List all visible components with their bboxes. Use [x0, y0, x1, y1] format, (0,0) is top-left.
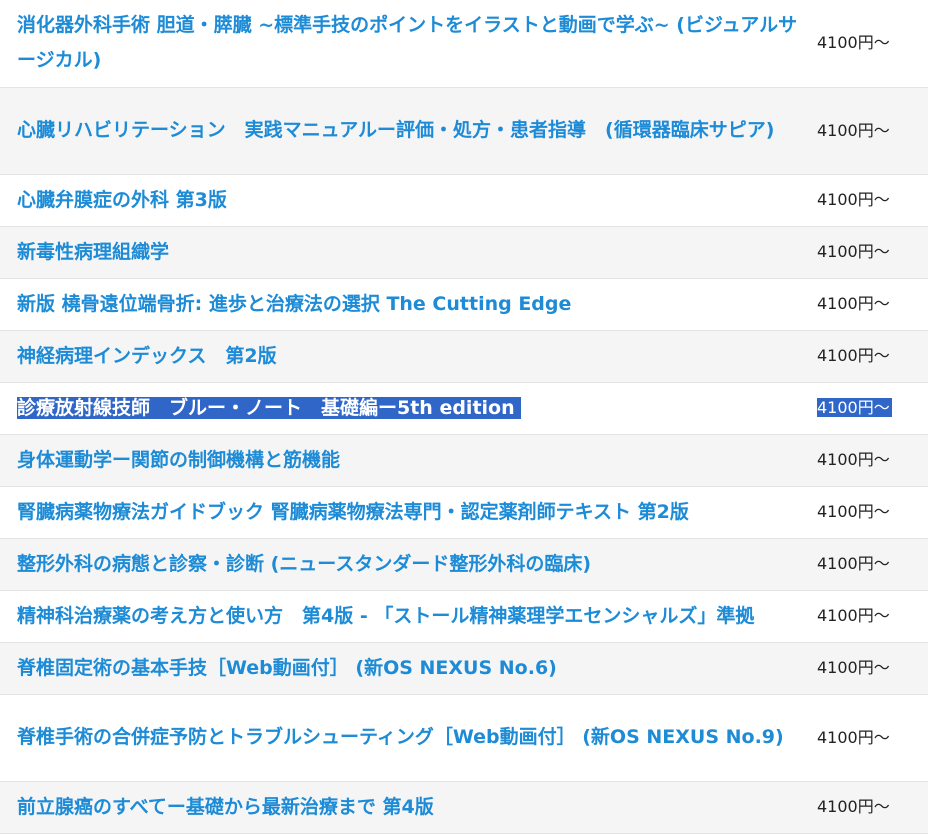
table-row: 脊椎固定術の基本手技［Web動画付］ (新OS NEXUS No.6) 4100… — [0, 642, 928, 694]
book-price: 4100円～ — [817, 242, 890, 261]
book-price: 4100円～ — [817, 294, 890, 313]
price-cell: 4100円～ — [807, 538, 928, 590]
price-cell: 4100円～ — [807, 330, 928, 382]
table-row: 脊椎手術の合併症予防とトラブルシューティング［Web動画付］ (新OS NEXU… — [0, 694, 928, 781]
book-title-link[interactable]: 新毒性病理組織学 — [17, 241, 169, 263]
price-cell: 4100円～ — [807, 694, 928, 781]
book-title-link[interactable]: 新版 橈骨遠位端骨折: 進歩と治療法の選択 The Cutting Edge — [17, 293, 571, 315]
price-cell: 4100円～ — [807, 174, 928, 226]
title-cell: 身体運動学ー関節の制御機構と筋機能 — [0, 434, 807, 486]
price-cell: 4100円～ — [807, 226, 928, 278]
table-row: 新版 橈骨遠位端骨折: 進歩と治療法の選択 The Cutting Edge 4… — [0, 278, 928, 330]
price-cell: 4100円～ — [807, 781, 928, 833]
title-cell: 精神科治療薬の考え方と使い方 第4版 - 「ストール精神薬理学エセンシャルズ」準… — [0, 590, 807, 642]
table-row: 心臓リハビリテーション 実践マニュアルー評価・処方・患者指導 (循環器臨床サピア… — [0, 87, 928, 174]
table-row: 前立腺癌のすべてー基礎から最新治療まで 第4版 4100円～ — [0, 781, 928, 833]
title-cell: 新版 橈骨遠位端骨折: 進歩と治療法の選択 The Cutting Edge — [0, 278, 807, 330]
book-price: 4100円～ — [817, 797, 890, 816]
table-row: 精神科治療薬の考え方と使い方 第4版 - 「ストール精神薬理学エセンシャルズ」準… — [0, 590, 928, 642]
price-cell: 4100円～ — [807, 0, 928, 87]
price-cell: 4100円～ — [807, 486, 928, 538]
title-cell: 腎臓病薬物療法ガイドブック 腎臓病薬物療法専門・認定薬剤師テキスト 第2版 — [0, 486, 807, 538]
book-title-link[interactable]: 腎臓病薬物療法ガイドブック 腎臓病薬物療法専門・認定薬剤師テキスト 第2版 — [17, 501, 689, 523]
book-price: 4100円～ — [817, 346, 890, 365]
table-row: 心臓弁膜症の外科 第3版 4100円～ — [0, 174, 928, 226]
title-cell: 整形外科の病態と診察・診断 (ニュースタンダード整形外科の臨床) — [0, 538, 807, 590]
price-cell: 4100円～ — [807, 434, 928, 486]
table-row-selected: 診療放射線技師 ブルー・ノート 基礎編ー5th edition 4100円～ — [0, 382, 928, 434]
table-row: 整形外科の病態と診察・診断 (ニュースタンダード整形外科の臨床) 4100円～ — [0, 538, 928, 590]
title-cell: 心臓リハビリテーション 実践マニュアルー評価・処方・患者指導 (循環器臨床サピア… — [0, 87, 807, 174]
book-title-link[interactable]: 消化器外科手術 胆道・膵臓 ~標準手技のポイントをイラストと動画で学ぶ~ (ビジ… — [17, 14, 797, 71]
title-cell: 前立腺癌のすべてー基礎から最新治療まで 第4版 — [0, 781, 807, 833]
title-cell: 診療放射線技師 ブルー・ノート 基礎編ー5th edition — [0, 382, 807, 434]
book-title-link[interactable]: 精神科治療薬の考え方と使い方 第4版 - 「ストール精神薬理学エセンシャルズ」準… — [17, 605, 754, 627]
book-price: 4100円～ — [817, 33, 890, 53]
title-cell: 脊椎手術の合併症予防とトラブルシューティング［Web動画付］ (新OS NEXU… — [0, 694, 807, 781]
book-title-link[interactable]: 神経病理インデックス 第2版 — [17, 345, 277, 367]
book-title-link[interactable]: 整形外科の病態と診察・診断 (ニュースタンダード整形外科の臨床) — [17, 553, 591, 575]
title-cell: 神経病理インデックス 第2版 — [0, 330, 807, 382]
price-cell: 4100円～ — [807, 590, 928, 642]
table-row: 腎臓病薬物療法ガイドブック 腎臓病薬物療法専門・認定薬剤師テキスト 第2版 41… — [0, 486, 928, 538]
book-price: 4100円～ — [817, 120, 890, 140]
table-row: 新毒性病理組織学 4100円～ — [0, 226, 928, 278]
book-title-link[interactable]: 心臓リハビリテーション 実践マニュアルー評価・処方・患者指導 (循環器臨床サピア… — [17, 119, 774, 141]
book-price: 4100円～ — [817, 190, 890, 209]
book-title-link[interactable]: 前立腺癌のすべてー基礎から最新治療まで 第4版 — [17, 796, 434, 818]
price-cell: 4100円～ — [807, 278, 928, 330]
book-title-link[interactable]: 心臓弁膜症の外科 第3版 — [17, 189, 227, 211]
book-price: 4100円～ — [817, 450, 890, 469]
title-cell: 消化器外科手術 胆道・膵臓 ~標準手技のポイントをイラストと動画で学ぶ~ (ビジ… — [0, 0, 807, 87]
table-row: 神経病理インデックス 第2版 4100円～ — [0, 330, 928, 382]
book-price: 4100円～ — [817, 658, 890, 677]
title-cell: 新毒性病理組織学 — [0, 226, 807, 278]
book-price: 4100円～ — [817, 398, 892, 417]
book-price: 4100円～ — [817, 554, 890, 573]
book-title-link[interactable]: 脊椎手術の合併症予防とトラブルシューティング［Web動画付］ (新OS NEXU… — [17, 726, 784, 748]
book-list-table: 消化器外科手術 胆道・膵臓 ~標準手技のポイントをイラストと動画で学ぶ~ (ビジ… — [0, 0, 928, 834]
title-cell: 心臓弁膜症の外科 第3版 — [0, 174, 807, 226]
book-price: 4100円～ — [817, 606, 890, 625]
book-title-link[interactable]: 身体運動学ー関節の制御機構と筋機能 — [17, 449, 340, 471]
table-row: 身体運動学ー関節の制御機構と筋機能 4100円～ — [0, 434, 928, 486]
book-title-link[interactable]: 診療放射線技師 ブルー・ノート 基礎編ー5th edition — [17, 396, 521, 419]
title-cell: 脊椎固定術の基本手技［Web動画付］ (新OS NEXUS No.6) — [0, 642, 807, 694]
price-cell: 4100円～ — [807, 642, 928, 694]
table-row: 消化器外科手術 胆道・膵臓 ~標準手技のポイントをイラストと動画で学ぶ~ (ビジ… — [0, 0, 928, 87]
price-cell: 4100円～ — [807, 382, 928, 434]
book-title-link[interactable]: 脊椎固定術の基本手技［Web動画付］ (新OS NEXUS No.6) — [17, 657, 557, 679]
book-price: 4100円～ — [817, 502, 890, 521]
book-price: 4100円～ — [817, 727, 890, 747]
price-cell: 4100円～ — [807, 87, 928, 174]
